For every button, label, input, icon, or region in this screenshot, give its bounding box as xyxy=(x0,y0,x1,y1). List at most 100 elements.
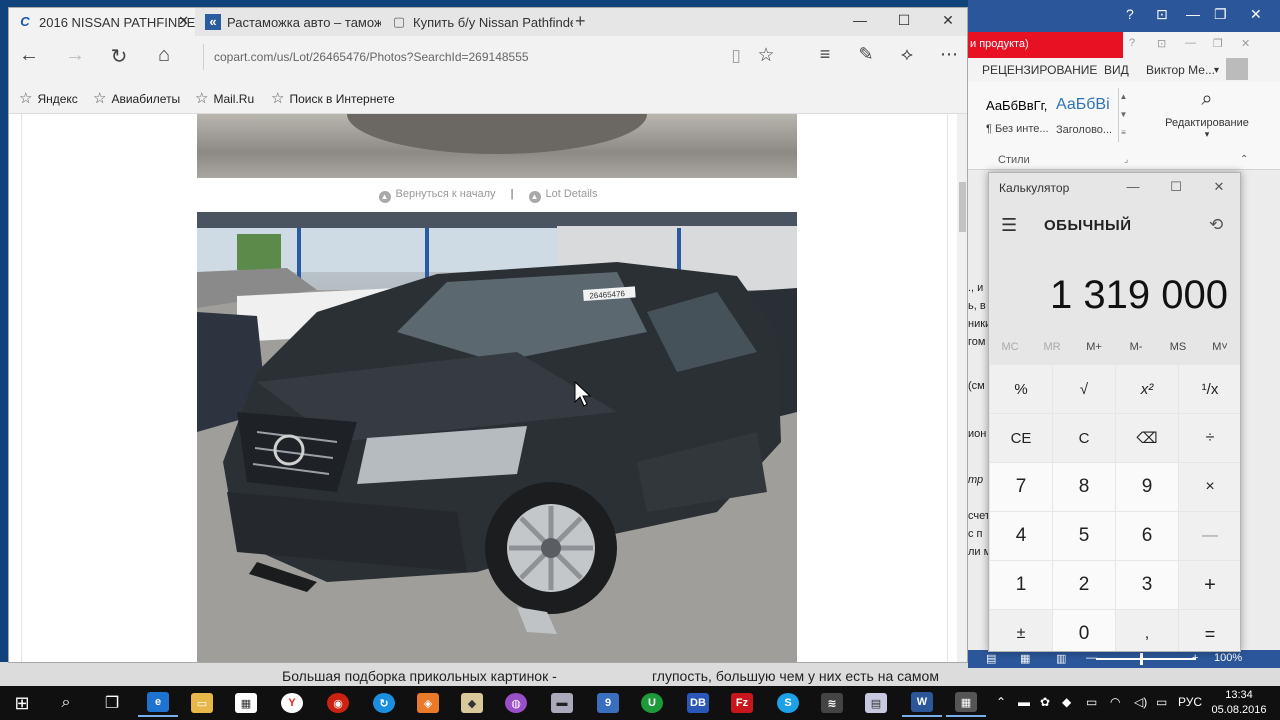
taskbar-app-blue[interactable]: ↻ xyxy=(364,689,404,717)
lot-details-link[interactable]: ▲ Lot Details xyxy=(528,188,597,203)
taskbar-app-diamond[interactable]: ◆ xyxy=(452,689,492,717)
tab-view[interactable]: ВИД xyxy=(1104,63,1129,77)
close-tab-icon[interactable]: ✕ xyxy=(178,13,189,29)
taskbar-app-doc[interactable]: ▤ xyxy=(856,689,896,717)
refresh-icon[interactable]: ↻ xyxy=(105,44,133,69)
calc-close-icon[interactable]: ✕ xyxy=(1207,179,1231,195)
hub-icon[interactable]: ≡ xyxy=(811,44,839,65)
styles-scroll[interactable]: ▲ ▼ ≡ xyxy=(1118,88,1128,142)
web-note-icon[interactable]: ✎ xyxy=(852,44,880,65)
square-root-button[interactable]: √ xyxy=(1053,365,1115,413)
decimal-button[interactable]: , xyxy=(1116,610,1178,651)
inner-close-icon[interactable]: ✕ xyxy=(1241,37,1250,50)
memory-subtract-button[interactable]: M- xyxy=(1115,341,1157,353)
digit-1-button[interactable]: 1 xyxy=(990,561,1052,609)
taskbar-explorer[interactable]: ▭ xyxy=(182,689,222,717)
help-icon[interactable]: ? xyxy=(1126,6,1134,22)
scrollbar-thumb[interactable] xyxy=(959,182,966,232)
inner-help-icon[interactable]: ? xyxy=(1129,37,1135,49)
editing-group[interactable]: ⌕ Редактирование ▾ xyxy=(1164,86,1250,140)
start-button[interactable]: ⊞ xyxy=(2,689,42,717)
multiply-button[interactable]: × xyxy=(1179,463,1240,511)
address-bar[interactable]: copart.com/us/Lot/26465476/Photos?Search… xyxy=(203,44,783,70)
memory-store-button[interactable]: MS xyxy=(1157,341,1199,353)
favorite-internet-search[interactable]: ☆ Поиск в Интернете xyxy=(271,89,395,107)
taskbar-clock[interactable]: 13:34 05.08.2016 xyxy=(1206,688,1272,718)
taskbar-skype[interactable]: S xyxy=(768,689,808,717)
favorite-star-icon[interactable]: ☆ xyxy=(752,44,780,67)
taskbar-word[interactable]: W xyxy=(902,689,942,717)
ribbon-options-icon[interactable]: ⊡ xyxy=(1156,6,1168,23)
word-close-icon[interactable]: ✕ xyxy=(1250,6,1262,23)
tab-review[interactable]: РЕЦЕНЗИРОВАНИЕ xyxy=(982,63,1097,77)
inner-options-icon[interactable]: ⊡ xyxy=(1157,37,1166,50)
negate-button[interactable]: ± xyxy=(990,610,1052,651)
collapse-ribbon-icon[interactable]: ⌃ xyxy=(1240,154,1248,165)
word-restore-icon[interactable]: ❐ xyxy=(1214,6,1227,23)
calc-maximize-icon[interactable]: ☐ xyxy=(1164,179,1188,195)
search-button[interactable]: ⌕ xyxy=(46,689,86,717)
language-indicator[interactable]: РУС xyxy=(1178,695,1202,709)
tab-customs[interactable]: « Растаможка авто – таможе xyxy=(197,8,381,36)
favorite-aviabilety[interactable]: ☆ Авиабилеты xyxy=(93,89,180,107)
print-layout-icon[interactable]: ▦ xyxy=(1020,652,1030,665)
account-avatar[interactable] xyxy=(1226,58,1248,80)
minus-button[interactable]: — xyxy=(1179,512,1240,560)
page-scrollbar[interactable] xyxy=(957,114,967,662)
hamburger-menu-icon[interactable]: ☰ xyxy=(1001,215,1017,236)
browser-maximize-icon[interactable]: ☐ xyxy=(889,12,919,29)
browser-minimize-icon[interactable]: — xyxy=(845,12,875,28)
account-dropdown-icon[interactable]: ▾ xyxy=(1214,65,1219,76)
tray-expand-icon[interactable]: ⌃ xyxy=(996,695,1006,709)
taskbar-yandex[interactable]: Y xyxy=(272,689,312,717)
reciprocal-button[interactable]: ¹/x xyxy=(1179,365,1240,413)
tab-copart[interactable]: C 2016 NISSAN PATHFINDE ✕ xyxy=(9,8,195,36)
zoom-slider[interactable] xyxy=(1096,658,1196,660)
browser-close-icon[interactable]: ✕ xyxy=(933,12,963,29)
tab-nissan-listing[interactable]: ▢ Купить б/у Nissan Pathfinde xyxy=(383,8,573,36)
backspace-button[interactable]: ⌫ xyxy=(1116,414,1178,462)
share-icon[interactable]: ⟡ xyxy=(893,44,921,65)
digit-2-button[interactable]: 2 xyxy=(1053,561,1115,609)
history-icon[interactable]: ⟲ xyxy=(1209,215,1223,235)
zoom-in-icon[interactable]: + xyxy=(1192,652,1198,664)
tray-app-icon[interactable]: ✿ xyxy=(1040,695,1050,709)
taskbar-app-green[interactable]: U xyxy=(632,689,672,717)
styles-launcher-icon[interactable]: ⌟ xyxy=(1124,154,1128,165)
digit-9-button[interactable]: 9 xyxy=(1116,463,1178,511)
digit-6-button[interactable]: 6 xyxy=(1116,512,1178,560)
digit-7-button[interactable]: 7 xyxy=(990,463,1052,511)
clear-entry-button[interactable]: CE xyxy=(990,414,1052,462)
taskbar-edge[interactable]: e xyxy=(138,689,178,717)
favorite-yandex[interactable]: ☆ Яндекс xyxy=(19,89,78,107)
equals-button[interactable]: = xyxy=(1179,610,1240,651)
wifi-icon[interactable]: ◠ xyxy=(1110,695,1120,709)
memory-clear-button[interactable]: MC xyxy=(989,341,1031,353)
notification-icon[interactable]: ▭ xyxy=(1156,695,1167,709)
taskbar-store[interactable]: ▦ xyxy=(226,689,266,717)
home-icon[interactable]: ⌂ xyxy=(150,44,178,67)
taskbar-app-red[interactable]: ◉ xyxy=(318,689,358,717)
taskbar-app-eye[interactable]: ◈ xyxy=(408,689,448,717)
percent-button[interactable]: % xyxy=(990,365,1052,413)
back-to-top-link[interactable]: ▲ Вернуться к началу xyxy=(378,188,496,203)
taskbar-app-db[interactable]: DB xyxy=(678,689,718,717)
zoom-slider-thumb[interactable] xyxy=(1140,653,1143,665)
calc-minimize-icon[interactable]: — xyxy=(1121,179,1145,194)
read-mode-icon[interactable]: ▤ xyxy=(986,652,996,665)
taskbar-app-calendar[interactable]: 9 xyxy=(588,689,628,717)
forward-arrow-icon[interactable]: → xyxy=(61,44,89,67)
taskbar-calculator[interactable]: ▦ xyxy=(946,689,986,717)
clear-button[interactable]: C xyxy=(1053,414,1115,462)
russian-flag-icon[interactable]: ▬ xyxy=(1018,695,1030,709)
memory-recall-button[interactable]: MR xyxy=(1031,341,1073,353)
inner-minimize-icon[interactable]: — xyxy=(1185,37,1196,49)
zoom-level[interactable]: 100% xyxy=(1214,652,1242,664)
back-arrow-icon[interactable]: ← xyxy=(15,44,43,67)
memory-list-button[interactable]: M˅ xyxy=(1199,341,1240,353)
digit-8-button[interactable]: 8 xyxy=(1053,463,1115,511)
web-layout-icon[interactable]: ▥ xyxy=(1056,652,1066,665)
plus-button[interactable]: + xyxy=(1179,561,1240,609)
reading-view-icon[interactable]: ▯ xyxy=(722,46,750,66)
taskbar-filezilla[interactable]: Fz xyxy=(722,689,762,717)
